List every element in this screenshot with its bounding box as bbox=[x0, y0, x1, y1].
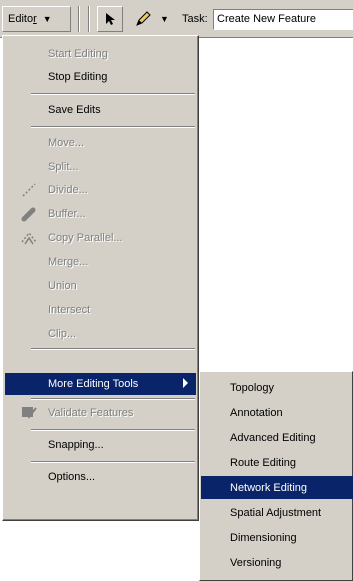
menu-item-copy-parallel-label: Copy Parallel... bbox=[48, 232, 123, 244]
task-select[interactable]: Create New Feature bbox=[213, 9, 353, 30]
menu-separator bbox=[31, 348, 195, 350]
menu-separator bbox=[31, 93, 195, 95]
editor-toolbar: Editor ▼ ▼ Task: Create New Feature bbox=[0, 0, 353, 38]
divide-icon bbox=[20, 182, 38, 198]
menu-item-buffer-label: Buffer... bbox=[48, 208, 86, 220]
pencil-icon bbox=[136, 11, 151, 26]
menu-item-options[interactable]: Options... bbox=[5, 466, 196, 488]
task-label: Task: bbox=[182, 13, 208, 25]
menu-item-union[interactable]: Union bbox=[5, 275, 196, 297]
menu-item-save-edits[interactable]: Save Edits bbox=[5, 99, 196, 121]
menu-item-intersect[interactable]: Intersect bbox=[5, 299, 196, 321]
menu-item-buffer[interactable]: Buffer... bbox=[5, 203, 196, 225]
menu-item-copy-parallel[interactable]: Copy Parallel... bbox=[5, 227, 196, 249]
menu-item-snapping[interactable]: Snapping... bbox=[5, 434, 196, 456]
submenu-item-dimensioning[interactable]: Dimensioning bbox=[201, 526, 353, 549]
sketch-tool-dropdown[interactable]: ▼ bbox=[134, 8, 174, 30]
menu-item-validate-features-label: Validate Features bbox=[48, 407, 134, 419]
menu-separator bbox=[31, 461, 195, 463]
menu-item-move[interactable]: Move... bbox=[5, 132, 196, 154]
submenu-item-versioning[interactable]: Versioning bbox=[201, 551, 353, 574]
submenu-item-spatial-adjustment[interactable]: Spatial Adjustment bbox=[201, 501, 353, 524]
menu-item-divide-label: Divide... bbox=[48, 184, 88, 196]
submenu-item-topology[interactable]: Topology bbox=[201, 376, 353, 399]
menu-item-more-editing-tools[interactable]: More Editing Tools bbox=[5, 373, 196, 395]
copy-parallel-icon bbox=[20, 230, 38, 246]
menu-item-clip[interactable]: Clip... bbox=[5, 323, 196, 345]
editor-menu-label: Editor bbox=[8, 13, 37, 25]
menu-item-more-editing-tools-label: More Editing Tools bbox=[48, 378, 139, 390]
editor-menu: Start Editing Stop Editing Save Edits Mo… bbox=[2, 35, 199, 521]
validate-features-icon bbox=[20, 405, 38, 421]
dropdown-arrow-icon: ▼ bbox=[42, 14, 52, 24]
more-editing-tools-submenu: Topology Annotation Advanced Editing Rou… bbox=[199, 371, 353, 581]
submenu-item-route-editing[interactable]: Route Editing bbox=[201, 451, 353, 474]
menu-item-split[interactable]: Split... bbox=[5, 156, 196, 178]
menu-item-stop-editing[interactable]: Stop Editing bbox=[5, 66, 196, 88]
arrow-pointer-icon bbox=[106, 13, 115, 25]
buffer-icon bbox=[20, 206, 38, 222]
edit-tool-button[interactable] bbox=[97, 6, 123, 32]
submenu-item-network-editing[interactable]: Network Editing bbox=[201, 476, 353, 499]
menu-item-validate-features[interactable]: Validate Features bbox=[5, 402, 196, 424]
menu-item-divide[interactable]: Divide... bbox=[5, 179, 196, 201]
menu-separator bbox=[31, 398, 195, 400]
submenu-arrow-icon bbox=[183, 378, 188, 388]
menu-item-start-editing[interactable]: Start Editing bbox=[5, 43, 196, 65]
toolbar-separator bbox=[88, 6, 90, 32]
menu-item-merge[interactable]: Merge... bbox=[5, 251, 196, 273]
menu-separator bbox=[31, 126, 195, 128]
menu-separator bbox=[31, 429, 195, 431]
submenu-item-annotation[interactable]: Annotation bbox=[201, 401, 353, 424]
submenu-item-advanced-editing[interactable]: Advanced Editing bbox=[201, 426, 353, 449]
editor-menu-button[interactable]: Editor ▼ bbox=[2, 6, 71, 32]
dropdown-arrow-icon: ▼ bbox=[160, 14, 169, 24]
toolbar-separator bbox=[78, 6, 80, 32]
